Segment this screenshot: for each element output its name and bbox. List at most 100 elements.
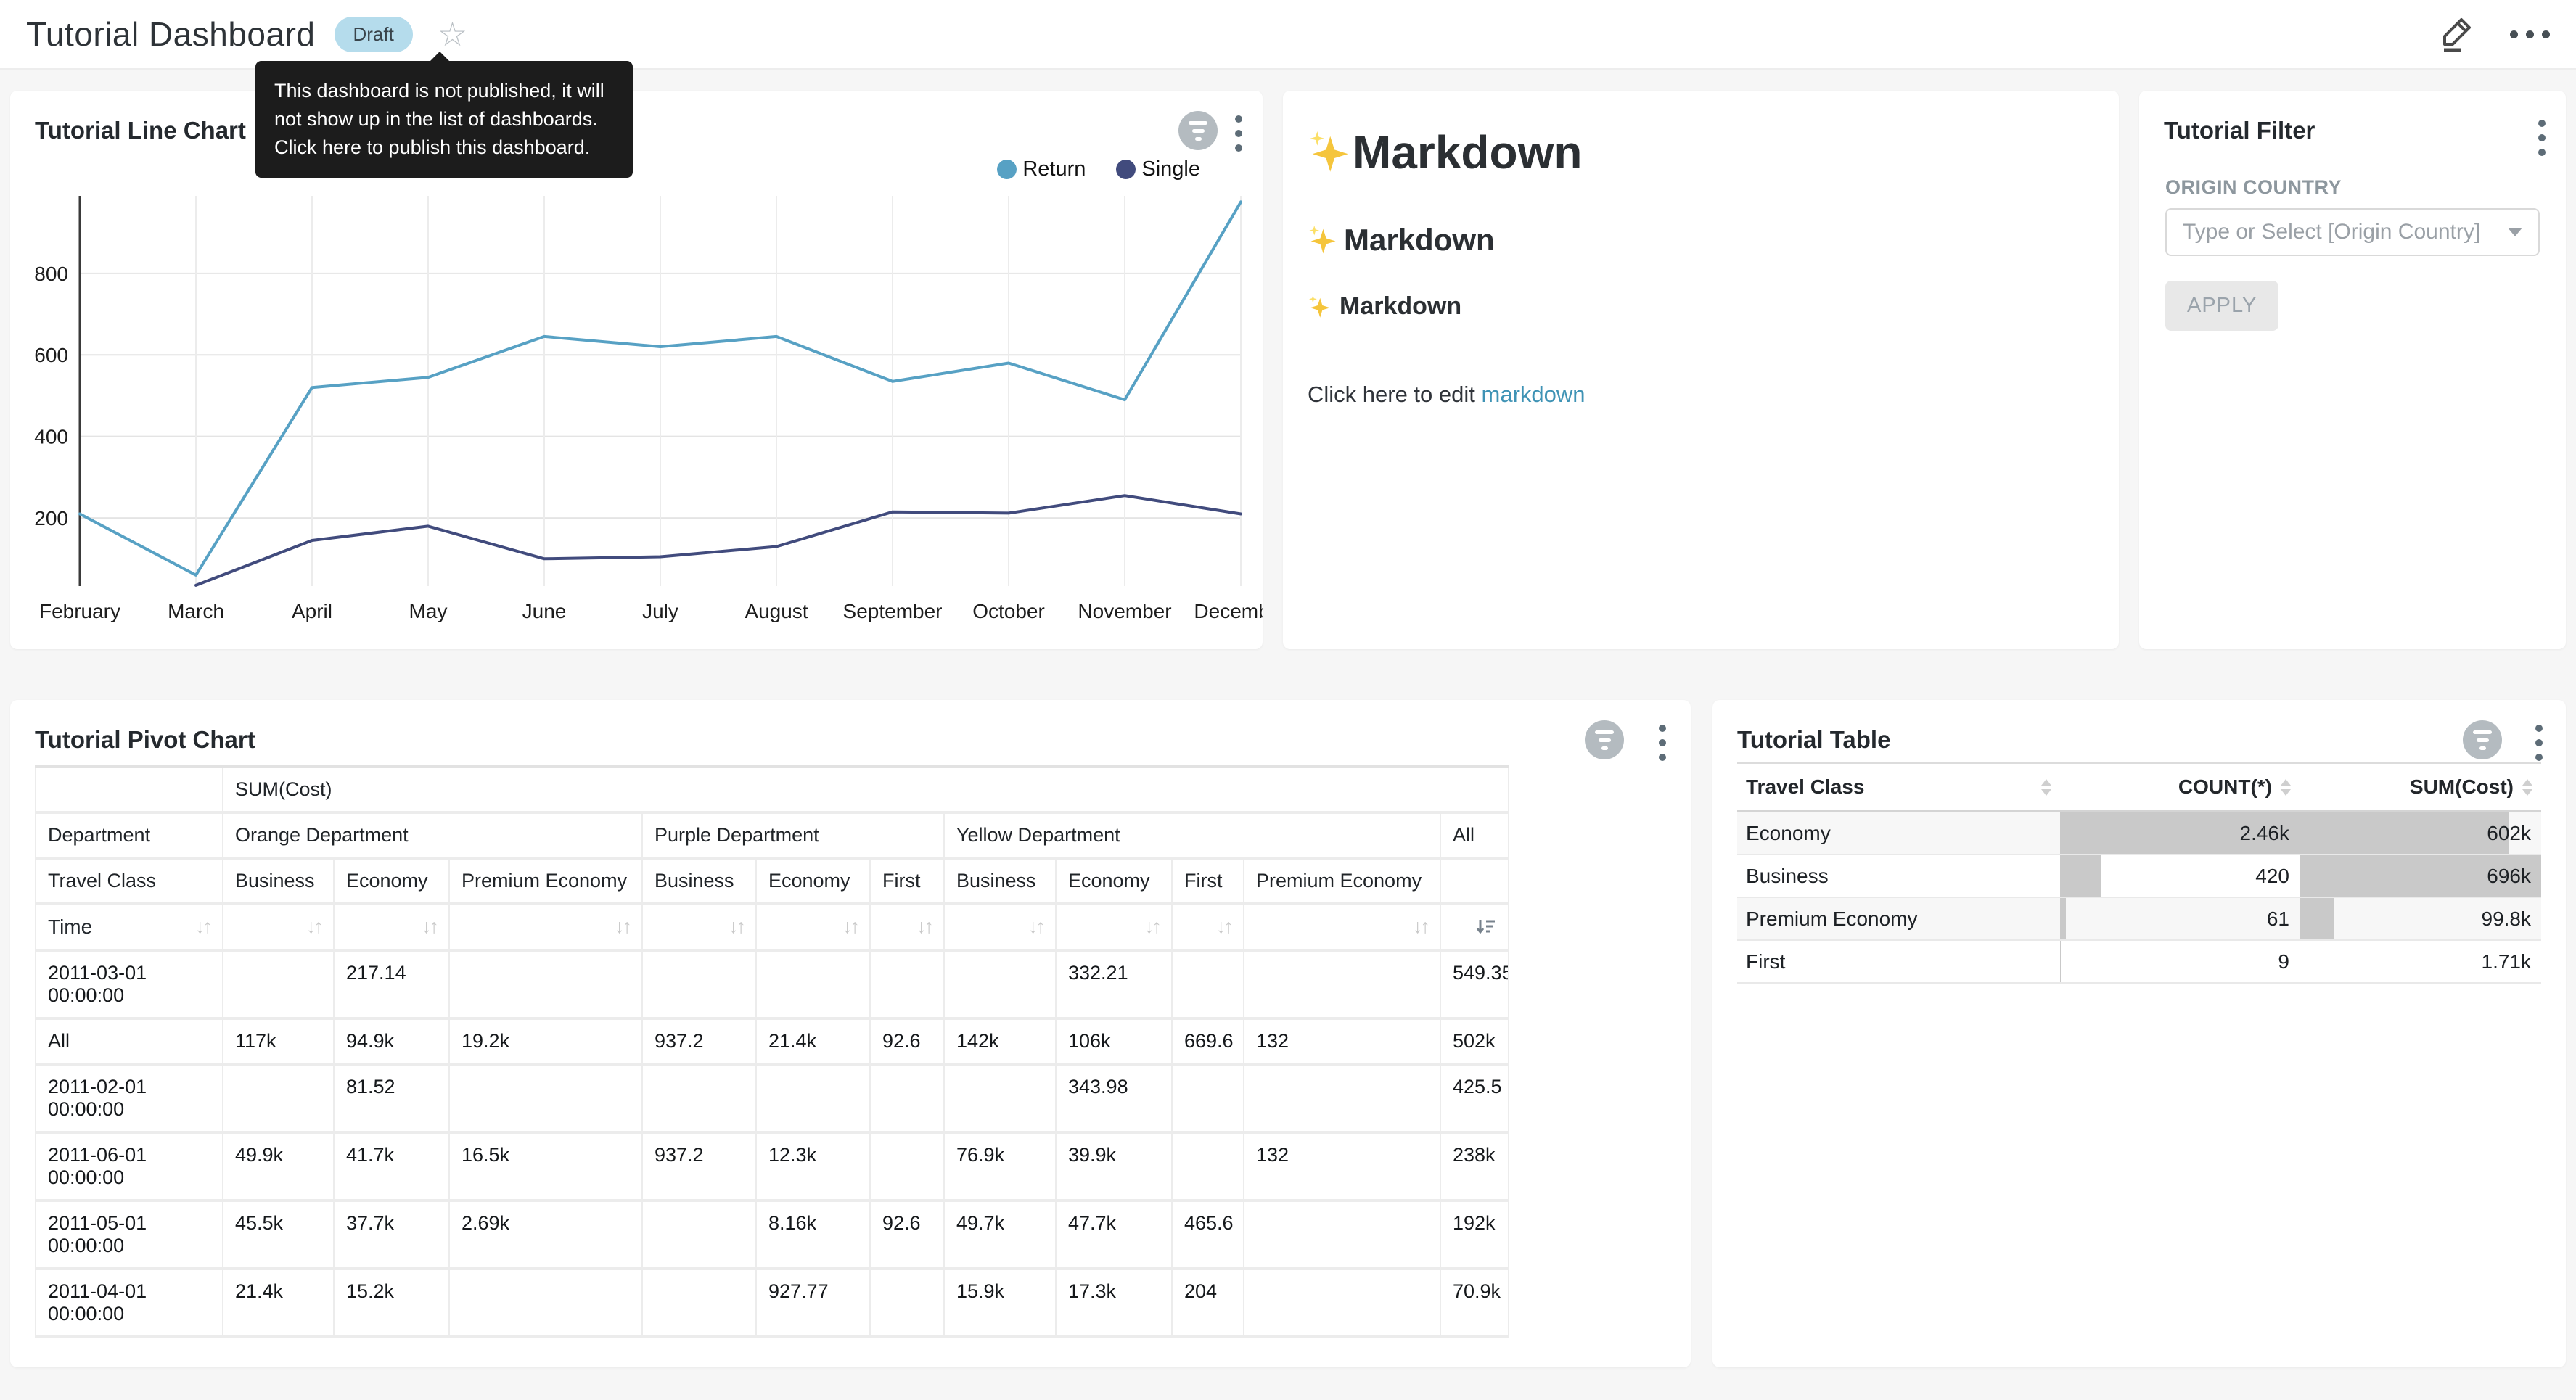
- sort-arrows-icon[interactable]: ↓↑: [916, 915, 932, 938]
- pivot-sort-col[interactable]: ↓↑: [449, 904, 642, 950]
- cell-count: 2.46k: [2060, 812, 2300, 854]
- pivot-cell: 192k: [1440, 1201, 1509, 1269]
- svg-text:July: July: [642, 600, 678, 622]
- pivot-cell: 15.2k: [334, 1269, 449, 1337]
- pivot-sort-col[interactable]: ↓↑: [1056, 904, 1172, 950]
- sort-carets-icon[interactable]: [2041, 779, 2051, 796]
- filter-indicator-icon[interactable]: [1585, 720, 1624, 759]
- svg-text:400: 400: [34, 426, 68, 448]
- pivot-cell: 45.5k: [223, 1201, 334, 1269]
- svg-text:April: April: [292, 600, 332, 622]
- pivot-cell: 142k: [944, 1018, 1056, 1064]
- pivot-sort-time[interactable]: Time↓↑: [36, 904, 223, 950]
- pivot-cell: 465.6: [1172, 1201, 1244, 1269]
- table-row[interactable]: Economy2.46k602k: [1737, 812, 2541, 855]
- pivot-cell: 937.2: [642, 1132, 756, 1201]
- pivot-cell: 49.9k: [223, 1132, 334, 1201]
- pivot-sort-col[interactable]: ↓↑: [642, 904, 756, 950]
- column-header-count[interactable]: COUNT(*): [2060, 763, 2300, 812]
- line-chart-plot[interactable]: 200400600800FebruaryMarchAprilMayJuneJul…: [10, 178, 1263, 649]
- sort-arrows-icon[interactable]: ↓↑: [1028, 915, 1043, 938]
- value-bar: [2060, 855, 2101, 897]
- sort-arrows-icon[interactable]: ↓↑: [306, 915, 321, 938]
- cell-count: 61: [2060, 898, 2300, 939]
- pivot-sort-col[interactable]: ↓↑: [870, 904, 944, 950]
- sort-arrows-icon[interactable]: ↓↑: [1413, 915, 1428, 938]
- pivot-cell: [1172, 950, 1244, 1018]
- sort-arrows-icon[interactable]: ↓↑: [195, 915, 210, 938]
- pivot-sort-all[interactable]: [1440, 904, 1509, 950]
- kebab-menu-icon[interactable]: [2531, 720, 2547, 765]
- markdown-h3: Markdown: [1308, 292, 2119, 321]
- sort-arrows-icon[interactable]: ↓↑: [422, 915, 437, 938]
- pivot-sort-col[interactable]: ↓↑: [756, 904, 870, 950]
- apply-button[interactable]: APPLY: [2165, 281, 2278, 331]
- kebab-menu-icon[interactable]: [1231, 111, 1247, 156]
- svg-text:June: June: [522, 600, 567, 622]
- markdown-card: Markdown Markdown Markdown Click here to…: [1283, 91, 2119, 649]
- markdown-edit-link[interactable]: markdown: [1482, 382, 1586, 407]
- pivot-all-header: All: [1440, 812, 1509, 858]
- draft-status-badge[interactable]: Draft: [335, 17, 413, 52]
- svg-text:600: 600: [34, 344, 68, 366]
- pivot-sort-col[interactable]: ↓↑: [1244, 904, 1440, 950]
- table-row[interactable]: Premium Economy6199.8k: [1737, 897, 2541, 940]
- cell-travel-class: Business: [1737, 855, 2060, 897]
- cell-sum-cost: 696k: [2300, 855, 2541, 897]
- pivot-sort-col[interactable]: ↓↑: [223, 904, 334, 950]
- cell-sum-cost: 1.71k: [2300, 941, 2541, 982]
- cell-travel-class: Economy: [1737, 812, 2060, 854]
- sort-arrows-icon[interactable]: ↓↑: [1216, 915, 1231, 938]
- filter-card-title: Tutorial Filter: [2164, 117, 2315, 144]
- pivot-cell: 425.5: [1440, 1064, 1509, 1132]
- sort-arrows-icon[interactable]: ↓↑: [1144, 915, 1160, 938]
- pivot-sort-col[interactable]: ↓↑: [944, 904, 1056, 950]
- dashboard-header: Tutorial Dashboard Draft ☆: [0, 0, 2576, 70]
- value-bar: [2060, 898, 2066, 939]
- markdown-paragraph: Click here to edit markdown: [1308, 382, 2119, 408]
- edit-pencil-icon[interactable]: [2437, 14, 2475, 55]
- pivot-cell: [449, 950, 642, 1018]
- pivot-cell: 549.35: [1440, 950, 1509, 1018]
- origin-country-select[interactable]: Type or Select [Origin Country]: [2165, 208, 2540, 256]
- pivot-class-header: Economy: [334, 858, 449, 904]
- table-row[interactable]: First91.71k: [1737, 940, 2541, 983]
- pivot-sort-col[interactable]: ↓↑: [1172, 904, 1244, 950]
- pivot-cell: 70.9k: [1440, 1269, 1509, 1337]
- svg-text:March: March: [168, 600, 224, 622]
- sort-arrows-icon[interactable]: ↓↑: [729, 915, 744, 938]
- sort-arrows-icon[interactable]: ↓↑: [615, 915, 630, 938]
- markdown-h1: Markdown: [1308, 125, 2119, 179]
- pivot-row-label: 2011-03-01 00:00:00: [36, 950, 223, 1018]
- sort-carets-icon[interactable]: [2281, 779, 2291, 796]
- table-row[interactable]: Business420696k: [1737, 855, 2541, 897]
- tooltip-text: This dashboard is not published, it will…: [274, 80, 604, 158]
- pivot-cell: [642, 950, 756, 1018]
- pivot-cell: [870, 1269, 944, 1337]
- pivot-cell: 41.7k: [334, 1132, 449, 1201]
- pivot-cell: [756, 950, 870, 1018]
- value-bar: [2300, 898, 2334, 939]
- svg-text:November: November: [1078, 600, 1171, 622]
- pivot-sort-col[interactable]: ↓↑: [334, 904, 449, 950]
- favorite-star-icon[interactable]: ☆: [438, 17, 467, 51]
- pivot-cell: [449, 1064, 642, 1132]
- pivot-corner-cell: [36, 767, 223, 812]
- sort-desc-applied-icon[interactable]: [1474, 915, 1496, 937]
- pivot-cell: 92.6: [870, 1018, 944, 1064]
- pivot-row-label: 2011-06-01 00:00:00: [36, 1132, 223, 1201]
- table-card: Tutorial Table Travel Class COUNT(*) SUM…: [1712, 700, 2566, 1367]
- kebab-menu-icon[interactable]: [1654, 720, 1670, 765]
- column-header-travel-class[interactable]: Travel Class: [1737, 763, 2060, 812]
- sort-carets-icon[interactable]: [2522, 779, 2532, 796]
- pivot-cell: 332.21: [1056, 950, 1172, 1018]
- ellipsis-menu-icon[interactable]: [2510, 30, 2550, 38]
- column-header-sum-cost[interactable]: SUM(Cost): [2300, 763, 2541, 812]
- sort-arrows-icon[interactable]: ↓↑: [842, 915, 858, 938]
- pivot-cell: 927.77: [756, 1269, 870, 1337]
- filter-indicator-icon[interactable]: [1178, 111, 1218, 150]
- pivot-cell: 106k: [1056, 1018, 1172, 1064]
- filter-indicator-icon[interactable]: [2463, 720, 2502, 759]
- kebab-menu-icon[interactable]: [2534, 115, 2550, 160]
- pivot-cell: [642, 1201, 756, 1269]
